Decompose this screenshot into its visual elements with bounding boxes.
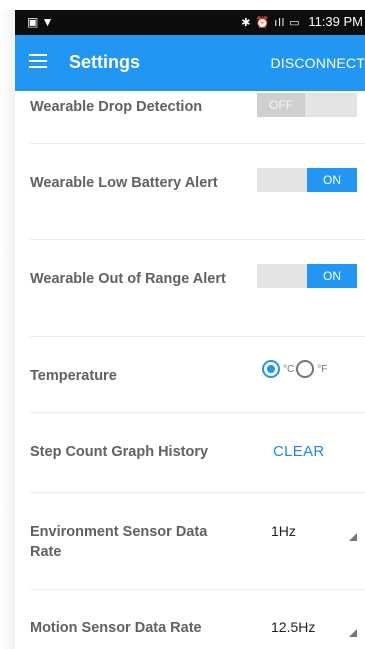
motion-rate-label: Motion Sensor Data Rate: [30, 620, 202, 636]
drop-detection-state: OFF: [257, 93, 305, 117]
drop-detection-toggle[interactable]: OFF: [257, 93, 357, 117]
drop-detection-label: Wearable Drop Detection: [30, 99, 203, 115]
divider: [30, 492, 365, 493]
out-of-range-label: Wearable Out of Range Alert: [30, 271, 226, 287]
settings-list[interactable]: Wearable Drop Detection OFF Wearable Low…: [15, 91, 365, 649]
celsius-label: °C: [283, 363, 295, 375]
dropdown-arrow-icon: [349, 629, 357, 637]
env-rate-dropdown[interactable]: 1Hz: [271, 519, 359, 543]
env-rate-label: Environment Sensor Data Rate: [30, 524, 208, 560]
menu-icon[interactable]: [29, 54, 47, 68]
fahrenheit-label: °F: [317, 363, 328, 375]
temperature-unit-group: °C °F: [262, 360, 329, 382]
divider: [30, 239, 365, 240]
status-system-icons: ✱ ⏰ ıll ▭: [241, 17, 301, 29]
radio-unchecked-icon[interactable]: [296, 360, 315, 378]
low-battery-label: Wearable Low Battery Alert: [30, 175, 218, 191]
clear-history-button[interactable]: CLEAR: [273, 443, 325, 460]
divider: [30, 143, 365, 144]
status-time: 11:39 PM: [308, 14, 363, 29]
status-bar: ▣ ▼ ✱ ⏰ ıll ▭ 11:39 PM: [15, 10, 365, 35]
motion-rate-value: 12.5Hz: [271, 619, 316, 635]
out-of-range-state: ON: [307, 264, 357, 288]
step-history-label: Step Count Graph History: [30, 444, 209, 460]
env-rate-value: 1Hz: [271, 523, 296, 539]
divider: [30, 589, 365, 590]
left-edge-shadow: [0, 10, 15, 649]
temperature-label: Temperature: [30, 368, 117, 384]
out-of-range-toggle[interactable]: ON: [257, 264, 357, 288]
motion-rate-dropdown[interactable]: 12.5Hz: [271, 615, 359, 639]
low-battery-toggle[interactable]: ON: [257, 168, 357, 192]
disconnect-button[interactable]: DISCONNECT: [270, 55, 365, 71]
app-bar: Settings DISCONNECT: [15, 35, 365, 91]
status-notification-icons: ▣ ▼: [27, 15, 54, 29]
divider: [30, 336, 365, 337]
dropdown-arrow-icon: [349, 533, 357, 541]
divider: [30, 412, 365, 413]
page-title: Settings: [69, 52, 141, 72]
radio-checked-icon[interactable]: [262, 360, 280, 378]
status-right: ✱ ⏰ ıll ▭ 11:39 PM: [241, 14, 363, 29]
low-battery-state: ON: [307, 168, 357, 192]
